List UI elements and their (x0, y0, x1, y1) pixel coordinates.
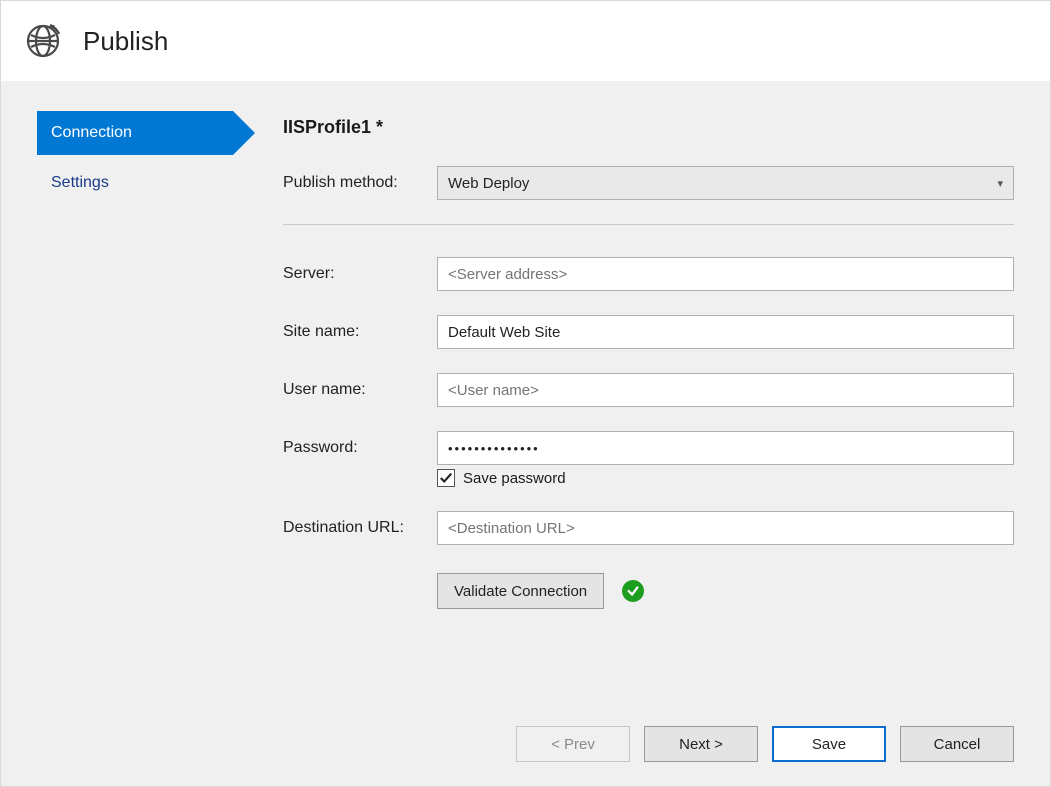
prev-button: < Prev (516, 726, 630, 762)
row-validate: Validate Connection (283, 573, 1014, 609)
row-save-password: Save password (283, 469, 1014, 487)
password-label: Password: (283, 439, 437, 457)
row-user-name: User name: (283, 373, 1014, 407)
tab-label: Settings (51, 174, 109, 192)
destination-url-label: Destination URL: (283, 519, 437, 537)
destination-url-input[interactable] (437, 511, 1014, 545)
chevron-down-icon: ▾ (997, 177, 1003, 190)
row-publish-method: Publish method: Web Deploy ▾ (283, 166, 1014, 200)
publish-method-label: Publish method: (283, 174, 437, 192)
wizard-footer: < Prev Next > Save Cancel (37, 726, 1014, 786)
checkmark-icon (439, 471, 453, 485)
section-divider (283, 224, 1014, 225)
publish-globe-icon (23, 21, 69, 61)
tab-label: Connection (51, 124, 132, 142)
save-password-checkbox[interactable] (437, 469, 455, 487)
row-site-name: Site name: (283, 315, 1014, 349)
user-name-label: User name: (283, 381, 437, 399)
save-button[interactable]: Save (772, 726, 886, 762)
next-button[interactable]: Next > (644, 726, 758, 762)
validation-success-icon (622, 580, 644, 602)
site-name-label: Site name: (283, 323, 437, 341)
password-input[interactable] (437, 431, 1014, 465)
publish-method-select[interactable]: Web Deploy ▾ (437, 166, 1014, 200)
dialog-body: Connection Settings IISProfile1 * Publis… (1, 81, 1050, 786)
dialog-title: Publish (83, 26, 168, 57)
tab-connection[interactable]: Connection (37, 111, 233, 155)
row-destination-url: Destination URL: (283, 511, 1014, 545)
profile-title: IISProfile1 * (283, 117, 1014, 138)
site-name-input[interactable] (437, 315, 1014, 349)
validate-connection-button[interactable]: Validate Connection (437, 573, 604, 609)
server-label: Server: (283, 265, 437, 283)
tab-settings[interactable]: Settings (37, 161, 233, 205)
dialog-header: Publish (1, 1, 1050, 81)
row-password: Password: (283, 431, 1014, 465)
user-name-input[interactable] (437, 373, 1014, 407)
publish-method-value: Web Deploy (448, 175, 529, 192)
cancel-button[interactable]: Cancel (900, 726, 1014, 762)
row-server: Server: (283, 257, 1014, 291)
wizard-content: IISProfile1 * Publish method: Web Deploy… (283, 111, 1014, 726)
server-input[interactable] (437, 257, 1014, 291)
save-password-label: Save password (463, 470, 566, 487)
wizard-sidebar: Connection Settings (37, 111, 283, 726)
